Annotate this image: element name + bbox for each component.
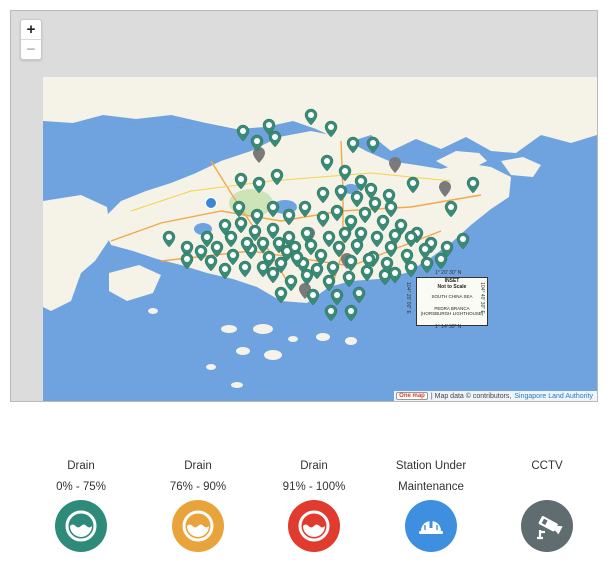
drain-water-icon	[172, 500, 224, 552]
zoom-control: + −	[20, 19, 42, 60]
inset-coord-bottom: 1° 14' 30" N	[435, 324, 462, 330]
legend-maintenance: Station Under Maintenance	[376, 456, 486, 552]
legend-line2: 76% - 90%	[169, 481, 227, 493]
inset-coord-right: 104° 40' 30" E	[478, 282, 485, 314]
legend-line1: Drain	[184, 460, 212, 472]
onemap-logo: One map	[396, 392, 428, 400]
legend-line1: CCTV	[531, 460, 563, 472]
legend-drain-mid: Drain 76% - 90%	[143, 456, 253, 552]
legend-line2: 91% - 100%	[282, 481, 346, 493]
legend-cctv: CCTV	[492, 456, 602, 552]
legend-drain-low: Drain 0% - 75%	[26, 456, 136, 552]
inset-coord-left: 104° 20' 00" E	[404, 282, 411, 314]
legend-line2: Maintenance	[398, 481, 464, 493]
legend-line1: Drain	[67, 460, 95, 472]
map-container[interactable]: · · · · · · · · · · · · · · · · · · · + …	[10, 10, 598, 402]
map-canvas[interactable]: · · · · · · · · · · · · · · · · · · ·	[11, 11, 597, 401]
cctv-camera-icon	[521, 500, 573, 552]
hard-hat-icon	[405, 500, 457, 552]
drain-water-icon	[288, 500, 340, 552]
legend: Drain 0% - 75% Drain 76% - 90% Drain 91%…	[0, 456, 616, 566]
legend-line1: Drain	[300, 460, 328, 472]
svg-text:· · · ·: · · · ·	[481, 148, 489, 152]
maintenance-marker	[205, 197, 217, 209]
legend-line1: Station Under	[395, 460, 467, 472]
zoom-in-button[interactable]: +	[21, 20, 41, 39]
inset-coord-top: 1° 20' 30" N	[435, 270, 462, 276]
svg-text:· · · · ·: · · · · ·	[126, 123, 136, 127]
map-attribution: One map | Map data © contributors, Singa…	[394, 391, 597, 401]
legend-drain-high: Drain 91% - 100%	[259, 456, 369, 552]
zoom-out-button[interactable]: −	[21, 39, 41, 59]
sla-link[interactable]: Singapore Land Authority	[514, 393, 593, 400]
inset-place-sub: (HORSBURGH LIGHTHOUSE)	[420, 311, 484, 316]
svg-text:· · · · · ·: · · · · · ·	[176, 126, 188, 130]
drain-water-icon	[55, 500, 107, 552]
legend-line2: 0% - 75%	[56, 481, 106, 493]
inset-box: INSET Not to Scale SOUTH CHINA SEA PEDRA…	[416, 277, 488, 326]
svg-text:· · · ·: · · · ·	[216, 126, 224, 130]
attribution-text: | Map data © contributors,	[430, 392, 512, 400]
